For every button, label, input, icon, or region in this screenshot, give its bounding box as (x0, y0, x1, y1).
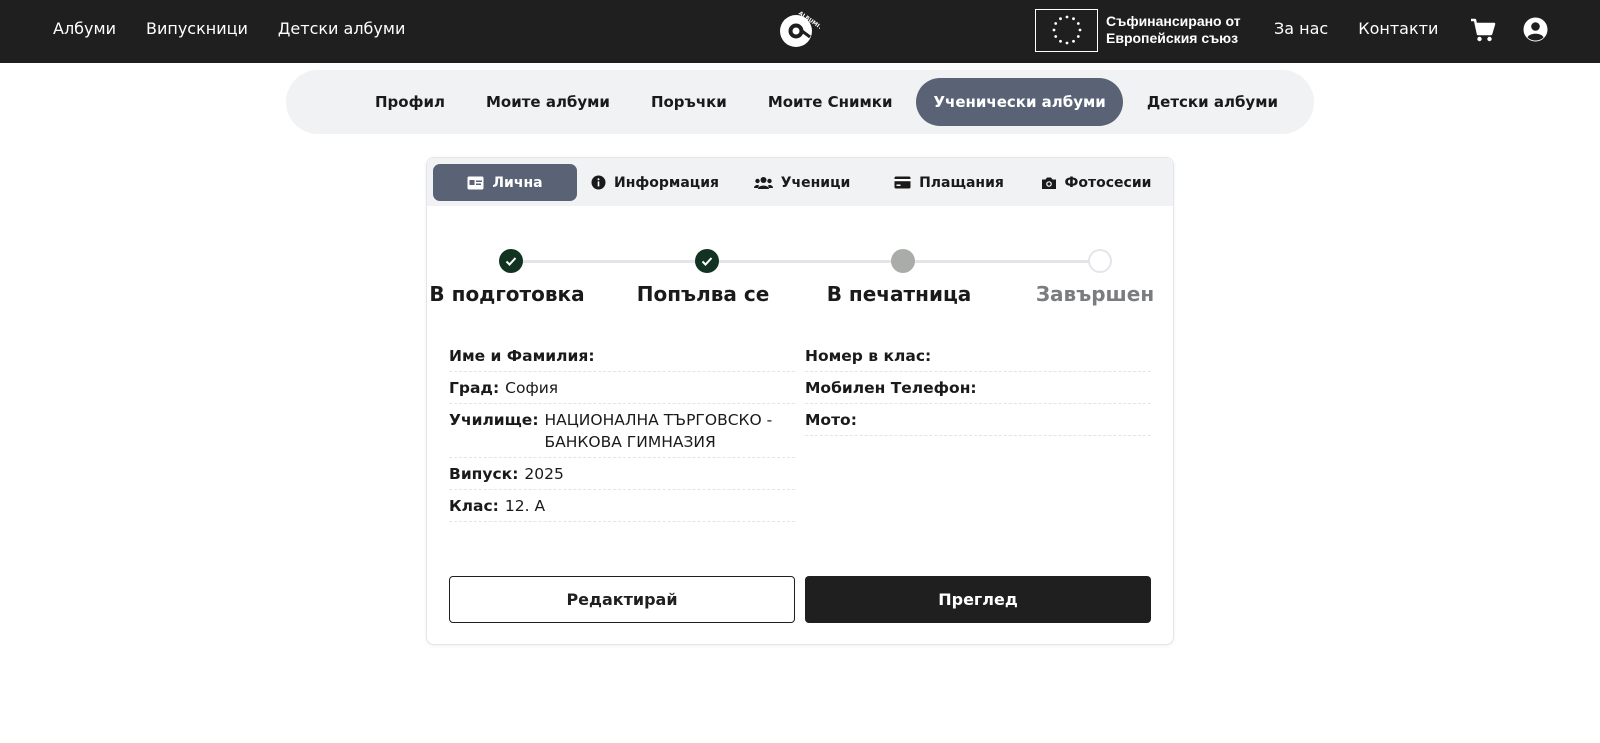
step-preparing-label: В подготовка (429, 282, 585, 306)
field-value: София (505, 379, 559, 397)
check-icon (701, 257, 713, 266)
tab-information[interactable]: Информация (585, 164, 725, 201)
field-motto: Мото: (805, 409, 1151, 436)
field-label: Мобилен Телефон: (805, 379, 977, 397)
step-printing-label: В печатница (826, 282, 972, 306)
field-school: Училище: НАЦИОНАЛНА ТЪРГОВСКО - БАНКОВА … (449, 409, 795, 458)
nav-albums-link[interactable]: Албуми (53, 19, 116, 38)
tab-photo-sessions-label: Фотосесии (1064, 174, 1152, 191)
nav-about-link[interactable]: За нас (1274, 19, 1328, 38)
field-value: 12. А (504, 497, 546, 515)
subnav-my-photos[interactable]: Моите Снимки (751, 78, 910, 126)
field-graduation-year: Випуск: 2025 (449, 463, 795, 490)
secondary-nav: За нас Контакти (1274, 19, 1438, 38)
field-label: Име и Фамилия: (449, 347, 595, 365)
step-printing-dot (891, 249, 915, 273)
step-completed-label: Завършен (1035, 282, 1155, 306)
subnav-kids-albums[interactable]: Детски албуми (1130, 78, 1295, 126)
tab-personal-label: Лична (492, 174, 543, 191)
subnav-orders[interactable]: Поръчки (634, 78, 744, 126)
step-completed-dot (1088, 249, 1112, 273)
field-class-number: Номер в клас: (805, 345, 1151, 372)
main-nav: Албуми Випускници Детски албуми (53, 19, 405, 38)
field-label: Мото: (805, 411, 857, 429)
step-filling-label: Попълва се (636, 282, 770, 306)
tab-personal[interactable]: Лична (433, 164, 577, 201)
field-label: Град: (449, 379, 500, 397)
tab-students[interactable]: Ученици (732, 164, 872, 201)
tab-students-label: Ученици (780, 174, 851, 191)
cart-icon[interactable] (1470, 17, 1496, 43)
field-label: Випуск: (449, 465, 519, 483)
album-details-card: Лична Информация Ученици Плащания Фотосе… (426, 157, 1174, 645)
nav-contacts-link[interactable]: Контакти (1358, 19, 1438, 38)
tab-photo-sessions[interactable]: Фотосесии (1026, 164, 1166, 201)
eu-flag-icon (1035, 8, 1098, 52)
info-icon (591, 175, 606, 190)
field-label: Училище: (449, 411, 539, 429)
account-subnav: Профил Моите албуми Поръчки Моите Снимки… (286, 70, 1314, 134)
field-class: Клас: 12. А (449, 495, 795, 522)
step-preparing-dot (499, 249, 523, 273)
field-value: НАЦИОНАЛНА ТЪРГОВСКО - БАНКОВА ГИМНАЗИЯ (544, 411, 773, 451)
eu-cofunded-text: Съфинансирано от Европейския съюз (1106, 13, 1241, 47)
id-card-icon (467, 176, 484, 189)
field-label: Номер в клас: (805, 347, 932, 365)
camera-icon (1041, 177, 1056, 189)
nav-kids-albums-link[interactable]: Детски албуми (278, 19, 405, 38)
field-city: Град: София (449, 377, 795, 404)
edit-button[interactable]: Редактирай (449, 576, 795, 623)
tab-information-label: Информация (614, 174, 719, 191)
subnav-my-albums[interactable]: Моите албуми (469, 78, 627, 126)
credit-card-icon (894, 176, 911, 189)
tab-payments[interactable]: Плащания (879, 164, 1019, 201)
users-icon (753, 176, 773, 189)
progress-track (511, 260, 1101, 263)
tab-payments-label: Плащания (919, 174, 1004, 191)
field-mobile-phone: Мобилен Телефон: (805, 377, 1151, 404)
card-tabs: Лична Информация Ученици Плащания Фотосе… (427, 158, 1173, 206)
user-icon[interactable] (1523, 17, 1548, 42)
eu-cofunded-badge: Съфинансирано от Европейския съюз (1035, 8, 1241, 52)
site-logo[interactable]: ALBUMITE.BG (776, 7, 836, 51)
step-filling-dot (695, 249, 719, 273)
field-label: Клас: (449, 497, 499, 515)
eu-text-line2: Европейския съюз (1106, 30, 1239, 46)
preview-button[interactable]: Преглед (805, 576, 1151, 623)
top-navigation-bar: Албуми Випускници Детски албуми ALBUMITE… (0, 0, 1600, 63)
nav-graduates-link[interactable]: Випускници (146, 19, 248, 38)
field-full-name: Име и Фамилия: (449, 345, 795, 372)
subnav-student-albums[interactable]: Ученически албуми (916, 78, 1123, 126)
eu-text-line1: Съфинансирано от (1106, 13, 1241, 29)
check-icon (505, 257, 517, 266)
field-value: 2025 (524, 465, 564, 483)
subnav-profile[interactable]: Профил (358, 78, 462, 126)
